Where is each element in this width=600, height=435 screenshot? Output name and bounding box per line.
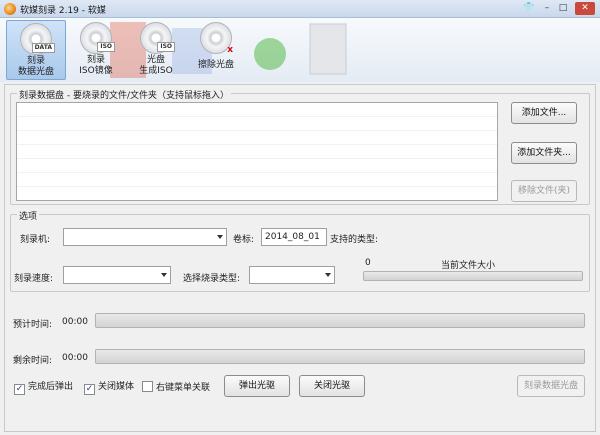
main-panel: 刻录数据盘 - 要烧录的文件/文件夹（支持鼠标拖入） 添加文件... 添加文件夹…	[4, 84, 596, 432]
file-list[interactable]	[16, 102, 498, 201]
burn-data-disc-button[interactable]: 刻录数据光盘	[517, 375, 585, 397]
context-menu-checkbox[interactable]: 右键菜单关联	[142, 381, 210, 395]
erase-disc-icon: x	[200, 22, 233, 55]
app-logo-icon	[4, 3, 16, 15]
checkbox-icon: ✓	[84, 384, 95, 395]
make-iso-disc-icon: ISO	[140, 22, 175, 54]
supported-types-label: 支持的类型:	[330, 235, 379, 245]
estimate-time-label: 预计时间:	[13, 320, 53, 330]
file-size-label: 当前文件大小	[441, 261, 496, 271]
tool-erase-disc[interactable]: x 擦除光盘	[186, 20, 246, 80]
file-size-bar	[363, 271, 583, 281]
chevron-down-icon	[161, 273, 167, 277]
eject-drive-button[interactable]: 弹出光驱	[224, 375, 290, 397]
burner-select[interactable]	[63, 228, 227, 246]
remove-file-button[interactable]: 移除文件(夹)	[511, 180, 577, 202]
skin-icon[interactable]: 👕	[522, 2, 536, 15]
volume-input[interactable]: 2014_08_01	[261, 228, 327, 246]
close-button[interactable]: ✕	[575, 2, 595, 15]
estimate-time-value: 00:00	[62, 317, 88, 327]
maximize-button[interactable]: □	[556, 2, 570, 15]
data-disc-icon: DATA	[20, 23, 55, 55]
tool-burn-data-disc[interactable]: DATA 刻录 数据光盘	[6, 20, 66, 80]
remaining-time-label: 剩余时间:	[13, 356, 53, 366]
burner-label: 刻录机:	[20, 235, 51, 245]
volume-label: 卷标:	[233, 235, 255, 245]
data-disc-group: 刻录数据盘 - 要烧录的文件/文件夹（支持鼠标拖入） 添加文件... 添加文件夹…	[10, 88, 590, 205]
remaining-time-value: 00:00	[62, 353, 88, 363]
burn-type-select[interactable]	[249, 266, 335, 284]
iso-disc-icon: ISO	[80, 22, 115, 54]
window-title: 软媒刻录 2.19 - 软媒	[20, 6, 106, 16]
add-file-button[interactable]: 添加文件...	[511, 102, 577, 124]
data-disc-group-title: 刻录数据盘 - 要烧录的文件/文件夹（支持鼠标拖入）	[17, 88, 232, 101]
options-group-title: 选项	[17, 209, 40, 222]
chevron-down-icon	[217, 235, 223, 239]
estimate-progress-bar	[95, 313, 585, 328]
burn-type-label: 选择烧录类型:	[183, 274, 241, 284]
toolbar: DATA 刻录 数据光盘 ISO 刻录 ISO镜像 ISO 光盘 生成ISO x…	[0, 18, 600, 82]
remaining-progress-bar	[95, 349, 585, 364]
minimize-button[interactable]: –	[540, 2, 554, 15]
add-folder-button[interactable]: 添加文件夹...	[511, 142, 577, 164]
tool-burn-iso-image[interactable]: ISO 刻录 ISO镜像	[66, 20, 126, 80]
close-drive-button[interactable]: 关闭光驱	[299, 375, 365, 397]
tool-disc-to-iso[interactable]: ISO 光盘 生成ISO	[126, 20, 186, 80]
speed-label: 刻录速度:	[14, 274, 54, 284]
checkbox-icon: ✓	[14, 384, 25, 395]
eject-after-checkbox[interactable]: ✓ 完成后弹出	[14, 381, 73, 395]
speed-select[interactable]	[63, 266, 171, 284]
chevron-down-icon	[325, 273, 331, 277]
options-group: 选项 刻录机: 卷标: 2014_08_01 支持的类型: 刻录速度: 选择烧录…	[10, 209, 590, 292]
checkbox-icon	[142, 381, 153, 392]
file-size-value: 0	[365, 258, 371, 268]
title-bar: 软媒刻录 2.19 - 软媒 👕 – □ ✕	[0, 0, 600, 18]
close-media-checkbox[interactable]: ✓ 关闭媒体	[84, 381, 134, 395]
